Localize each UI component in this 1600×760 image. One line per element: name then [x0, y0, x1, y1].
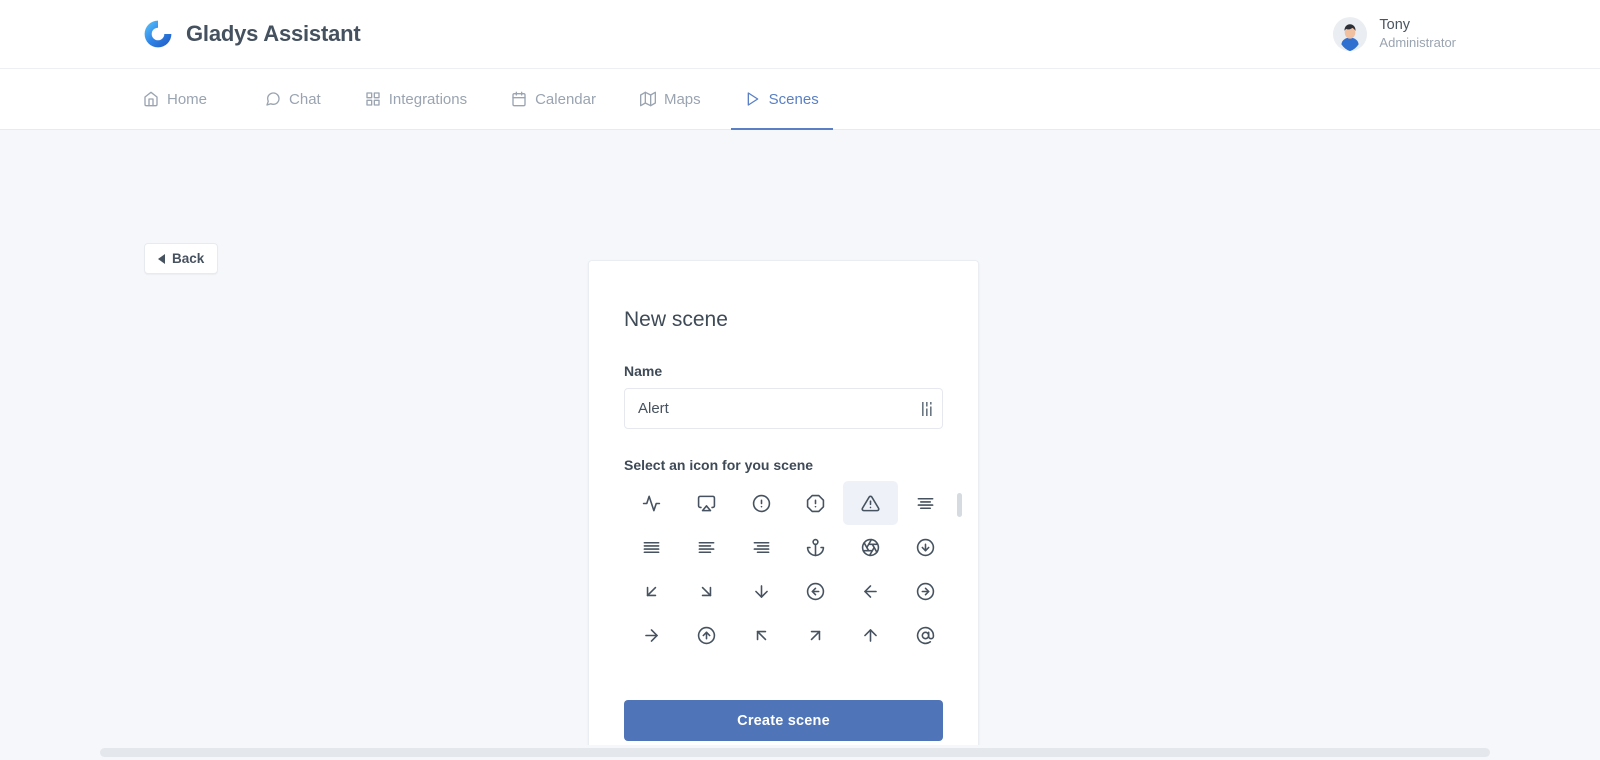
icon-option-alert-octagon[interactable]: [788, 481, 843, 525]
home-icon: [143, 91, 159, 107]
alert-circle-icon: [752, 494, 771, 513]
map-icon: [640, 91, 656, 107]
icon-picker-label: Select an icon for you scene: [624, 457, 943, 473]
arrow-down-left-icon: [642, 582, 661, 601]
nav-item-scenes[interactable]: Scenes: [731, 69, 833, 129]
arrow-right-icon: [642, 626, 661, 645]
main-navigation: Home Chat Integrations Calendar: [0, 69, 1600, 130]
gladys-ring-logo-icon: [143, 19, 173, 49]
brand-name: Gladys Assistant: [186, 21, 361, 47]
icon-option-alert-circle[interactable]: [734, 481, 789, 525]
calendar-icon: [511, 91, 527, 107]
avatar: [1333, 17, 1367, 51]
nav-label-scenes: Scenes: [769, 91, 819, 108]
arrow-up-right-icon: [806, 626, 825, 645]
icon-option-arrow-up-circle[interactable]: [679, 613, 734, 657]
nav-item-home[interactable]: Home: [143, 69, 221, 129]
icon-option-arrow-up-right[interactable]: [788, 613, 843, 657]
icon-option-activity[interactable]: [624, 481, 679, 525]
user-menu[interactable]: Tony Administrator: [1333, 16, 1456, 52]
align-right-icon: [752, 538, 771, 557]
horizontal-scrollbar-thumb[interactable]: [100, 748, 1490, 757]
name-input-wrapper: [624, 388, 943, 429]
app-header: Gladys Assistant Tony Administrator: [0, 0, 1600, 69]
icon-option-arrow-right[interactable]: [624, 613, 679, 657]
arrow-down-right-icon: [697, 582, 716, 601]
grid-icon: [365, 91, 381, 107]
icon-option-at-sign[interactable]: [898, 613, 953, 657]
icon-option-arrow-left[interactable]: [843, 569, 898, 613]
at-sign-icon: [916, 626, 935, 645]
align-left-icon: [697, 538, 716, 557]
icon-picker: [624, 481, 943, 657]
nav-label-calendar: Calendar: [535, 91, 596, 108]
icon-option-airplay[interactable]: [679, 481, 734, 525]
icon-grid: [624, 481, 953, 657]
icon-option-anchor[interactable]: [788, 525, 843, 569]
icon-option-align-center[interactable]: [898, 481, 953, 525]
page-content: Back New scene Name Select an icon for y…: [0, 130, 1600, 760]
icon-option-arrow-up[interactable]: [843, 613, 898, 657]
anchor-icon: [806, 538, 825, 557]
activity-icon: [642, 494, 661, 513]
icon-option-arrow-right-circle[interactable]: [898, 569, 953, 613]
horizontal-scrollbar[interactable]: [0, 745, 1600, 760]
icon-option-aperture[interactable]: [843, 525, 898, 569]
icon-option-arrow-down[interactable]: [734, 569, 789, 613]
aperture-icon: [861, 538, 880, 557]
arrow-down-circle-icon: [916, 538, 935, 557]
name-field-label: Name: [624, 363, 943, 379]
triangle-left-icon: [158, 254, 165, 264]
nav-item-integrations[interactable]: Integrations: [351, 69, 481, 129]
icon-option-arrow-down-circle[interactable]: [898, 525, 953, 569]
arrow-right-circle-icon: [916, 582, 935, 601]
icon-grid-scrollbar[interactable]: [957, 493, 962, 671]
nav-label-chat: Chat: [289, 91, 321, 108]
icon-option-arrow-left-circle[interactable]: [788, 569, 843, 613]
icon-grid-scrollbar-thumb[interactable]: [957, 493, 962, 517]
user-role: Administrator: [1379, 35, 1456, 52]
alert-triangle-icon: [861, 494, 880, 513]
icon-option-arrow-down-left[interactable]: [624, 569, 679, 613]
icon-option-arrow-up-left[interactable]: [734, 613, 789, 657]
new-scene-card: New scene Name Select an icon for you sc…: [588, 260, 979, 760]
user-name: Tony: [1379, 16, 1456, 35]
arrow-up-icon: [861, 626, 880, 645]
user-info: Tony Administrator: [1379, 16, 1456, 52]
icon-option-alert-triangle[interactable]: [843, 481, 898, 525]
play-triangle-icon: [745, 91, 761, 107]
nav-label-maps: Maps: [664, 91, 701, 108]
airplay-icon: [697, 494, 716, 513]
scene-name-input[interactable]: [624, 388, 943, 429]
nav-item-calendar[interactable]: Calendar: [497, 69, 610, 129]
nav-label-integrations: Integrations: [389, 91, 467, 108]
create-scene-button[interactable]: Create scene: [624, 700, 943, 741]
arrow-down-icon: [752, 582, 771, 601]
icon-option-align-left[interactable]: [679, 525, 734, 569]
page-title: New scene: [624, 308, 943, 332]
brand[interactable]: Gladys Assistant: [143, 19, 361, 49]
arrow-up-left-icon: [752, 626, 771, 645]
icon-option-arrow-down-right[interactable]: [679, 569, 734, 613]
nav-item-chat[interactable]: Chat: [251, 69, 335, 129]
align-center-icon: [916, 494, 935, 513]
align-justify-icon: [642, 538, 661, 557]
arrow-left-icon: [861, 582, 880, 601]
chat-icon: [265, 91, 281, 107]
back-button[interactable]: Back: [144, 243, 218, 274]
icon-option-align-justify[interactable]: [624, 525, 679, 569]
icon-option-align-right[interactable]: [734, 525, 789, 569]
alert-octagon-icon: [806, 494, 825, 513]
arrow-up-circle-icon: [697, 626, 716, 645]
nav-item-maps[interactable]: Maps: [626, 69, 715, 129]
back-button-label: Back: [172, 251, 204, 266]
arrow-left-circle-icon: [806, 582, 825, 601]
nav-label-home: Home: [167, 91, 207, 108]
